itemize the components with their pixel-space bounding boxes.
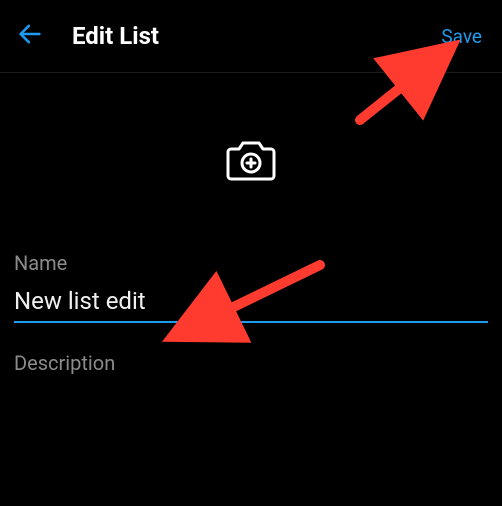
back-button[interactable] (12, 18, 48, 54)
description-input[interactable] (14, 387, 488, 411)
page-title: Edit List (72, 22, 441, 50)
add-photo-button[interactable] (225, 137, 277, 187)
description-label: Description (14, 351, 488, 375)
photo-section (0, 73, 502, 251)
edit-form: Name Description (0, 251, 502, 411)
name-label: Name (14, 251, 488, 275)
name-input[interactable] (14, 287, 488, 315)
save-button[interactable]: Save (441, 25, 486, 48)
arrow-left-icon (16, 20, 44, 52)
name-field-wrap (14, 287, 488, 323)
camera-add-icon (225, 168, 277, 187)
top-bar: Edit List Save (0, 0, 502, 73)
